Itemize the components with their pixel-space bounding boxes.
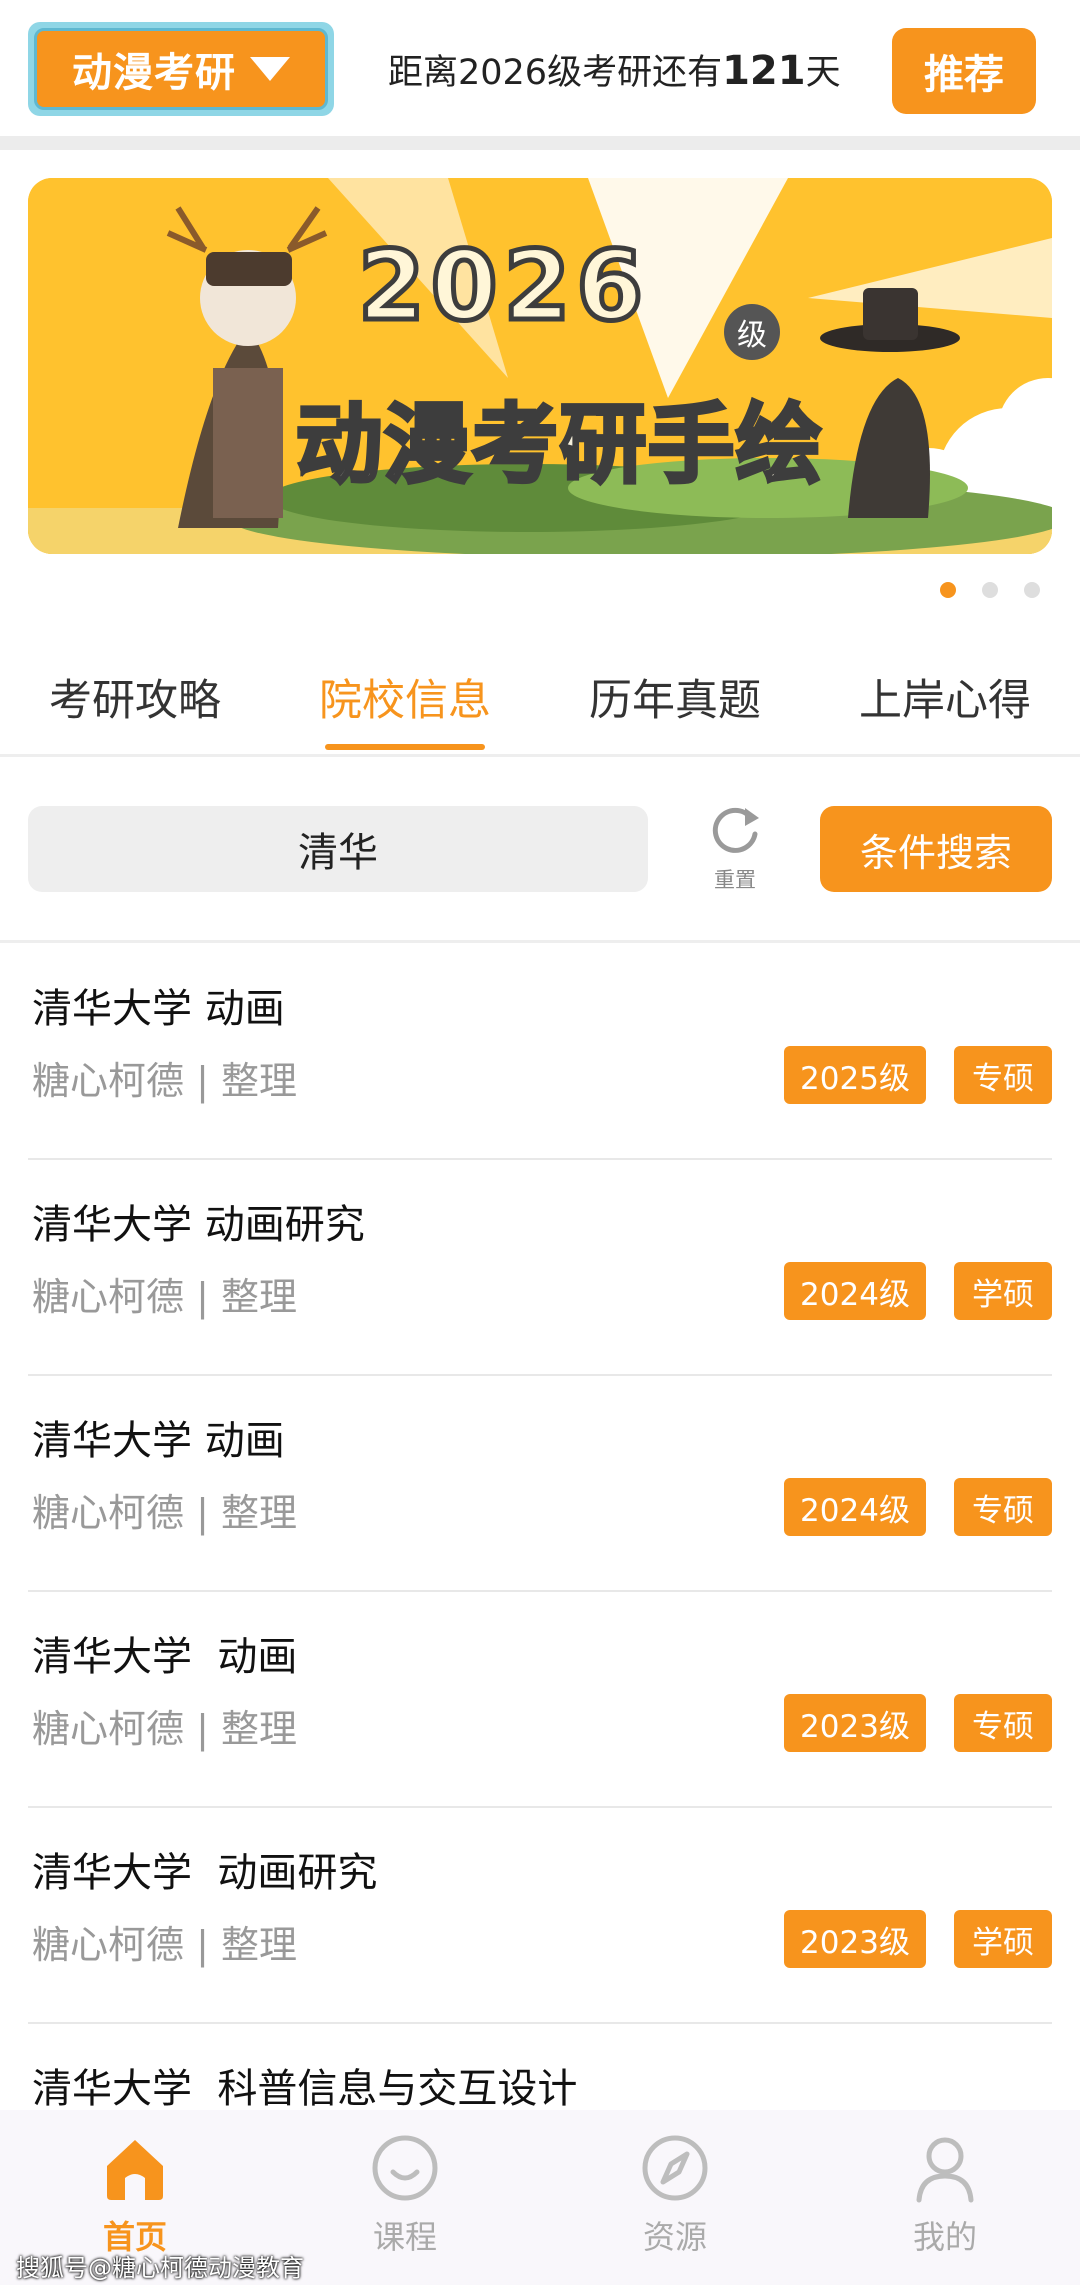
list-item[interactable]: 清华大学 动画 糖心柯德 | 整理 2024级 专硕 (28, 1376, 1052, 1592)
item-badges: 2023级 专硕 (784, 1694, 1052, 1752)
item-title: 清华大学 动画研究 (32, 1202, 365, 1248)
item-meta: 糖心柯德 | 整理 (32, 1923, 297, 1967)
tab-school-info[interactable]: 院校信息 (270, 640, 540, 754)
tabs-divider (0, 754, 1080, 757)
school-search-input[interactable]: 清华 (28, 806, 648, 892)
countdown-days: 121 (722, 48, 806, 94)
home-icon (107, 2140, 163, 2200)
refresh-icon (712, 807, 759, 853)
watermark: 搜狐号@糖心柯德动漫教育 (16, 2254, 304, 2282)
banner-grade-badge: 级 (724, 304, 780, 360)
header-divider (0, 136, 1080, 150)
exam-countdown: 距离2026级考研还有121天 (388, 44, 841, 95)
category-selector[interactable]: 动漫考研 (28, 22, 334, 116)
tab-past-exams[interactable]: 历年真题 (540, 640, 810, 754)
tab-success-stories[interactable]: 上岸心得 (810, 640, 1080, 754)
promo-banner[interactable]: 2026 级 动漫考研手绘 (28, 178, 1052, 554)
tab-label: 历年真题 (589, 676, 761, 726)
pagination-dot[interactable] (1024, 582, 1040, 598)
active-tab-indicator (325, 744, 485, 750)
reset-label: 重置 (714, 868, 756, 892)
nav-label: 资源 (642, 2218, 707, 2256)
year-badge: 2025级 (784, 1046, 926, 1104)
top-header: 动漫考研 距离2026级考研还有121天 推荐 (0, 0, 1080, 136)
item-title: 清华大学 动画 (32, 1418, 285, 1464)
recommend-button[interactable]: 推荐 (892, 28, 1036, 114)
year-badge: 2023级 (784, 1910, 926, 1968)
tab-label: 考研攻略 (49, 676, 221, 726)
smile-icon (372, 2135, 438, 2201)
countdown-suffix: 天 (805, 53, 841, 93)
tab-label: 院校信息 (319, 676, 491, 726)
nav-label: 课程 (372, 2218, 437, 2256)
category-tabs: 考研攻略 院校信息 历年真题 上岸心得 (0, 640, 1080, 754)
degree-type-badge: 学硕 (954, 1910, 1052, 1968)
year-badge: 2023级 (784, 1694, 926, 1752)
item-meta: 糖心柯德 | 整理 (32, 1059, 297, 1103)
item-badges: 2023级 学硕 (784, 1910, 1052, 1968)
item-title: 清华大学 科普信息与交互设计 (32, 2066, 578, 2112)
item-badges: 2024级 专硕 (784, 1478, 1052, 1536)
item-meta: 糖心柯德 | 整理 (32, 1491, 297, 1535)
item-meta: 糖心柯德 | 整理 (32, 1275, 297, 1319)
banner-title: 动漫考研手绘 (294, 393, 824, 497)
search-divider (0, 940, 1080, 943)
nav-profile[interactable]: 我的 (810, 2110, 1080, 2285)
countdown-prefix: 距离2026级考研还有 (388, 53, 723, 93)
school-info-list: 清华大学 动画 糖心柯德 | 整理 2025级 专硕 清华大学 动画研究 糖心柯… (0, 944, 1080, 2240)
reset-button[interactable]: 重置 (700, 800, 770, 894)
degree-type-badge: 学硕 (954, 1262, 1052, 1320)
item-badges: 2024级 学硕 (784, 1262, 1052, 1320)
list-item[interactable]: 清华大学 动画 糖心柯德 | 整理 2023级 专硕 (28, 1592, 1052, 1808)
item-title: 清华大学 动画 (32, 1634, 298, 1680)
banner-year: 2026 (355, 228, 650, 345)
item-meta: 糖心柯德 | 整理 (32, 1707, 297, 1751)
list-item[interactable]: 清华大学 动画研究 糖心柯德 | 整理 2024级 学硕 (28, 1160, 1052, 1376)
item-title: 清华大学 动画研究 (32, 1850, 378, 1896)
category-label: 动漫考研 (72, 50, 236, 96)
nav-resources[interactable]: 资源 (540, 2110, 810, 2285)
banner-pagination (940, 582, 1040, 598)
degree-type-badge: 专硕 (954, 1694, 1052, 1752)
tab-label: 上岸心得 (859, 676, 1031, 726)
degree-type-badge: 专硕 (954, 1046, 1052, 1104)
condition-search-button[interactable]: 条件搜索 (820, 806, 1052, 892)
list-item[interactable]: 清华大学 动画 糖心柯德 | 整理 2025级 专硕 (28, 944, 1052, 1160)
year-badge: 2024级 (784, 1262, 926, 1320)
compass-icon (642, 2135, 708, 2201)
category-selector-inner[interactable]: 动漫考研 (34, 28, 328, 110)
tab-exam-strategy[interactable]: 考研攻略 (0, 640, 270, 754)
triangle-down-icon (250, 57, 290, 81)
item-badges: 2025级 专硕 (784, 1046, 1052, 1104)
item-title: 清华大学 动画 (32, 986, 285, 1032)
pagination-dot[interactable] (940, 582, 956, 598)
nav-label: 我的 (912, 2218, 977, 2256)
pagination-dot[interactable] (982, 582, 998, 598)
list-item[interactable]: 清华大学 动画研究 糖心柯德 | 整理 2023级 学硕 (28, 1808, 1052, 2024)
year-badge: 2024级 (784, 1478, 926, 1536)
degree-type-badge: 专硕 (954, 1478, 1052, 1536)
user-icon (916, 2137, 974, 2203)
nav-courses[interactable]: 课程 (270, 2110, 540, 2285)
